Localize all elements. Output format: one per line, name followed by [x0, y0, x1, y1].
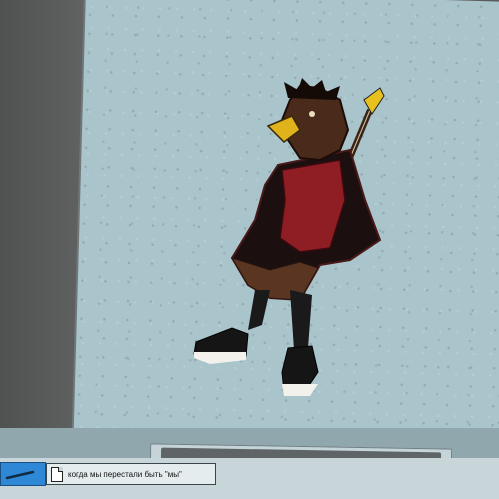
pen-icon	[5, 470, 35, 480]
taskbar-item-label: когда мы перестали быть "мы"	[68, 469, 182, 479]
crow-guitarist-illustration	[193, 78, 385, 396]
file-icon	[51, 466, 63, 482]
start-button[interactable]	[0, 462, 46, 486]
right-leg	[290, 290, 312, 350]
taskbar-item-document[interactable]: когда мы перестали быть "мы"	[46, 463, 216, 485]
left-leg	[248, 290, 270, 330]
left-sneaker-icon	[193, 327, 249, 364]
right-sneaker-icon	[281, 345, 319, 396]
